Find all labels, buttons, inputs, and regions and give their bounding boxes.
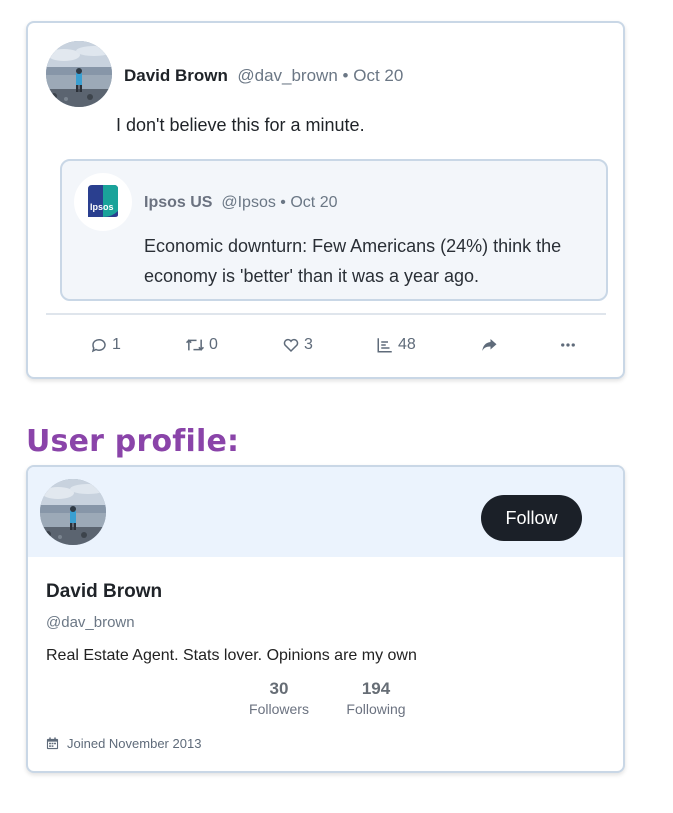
heart-icon <box>283 338 299 353</box>
like-count: 3 <box>304 336 313 353</box>
following-count: 194 <box>361 679 391 698</box>
section-heading: User profile: <box>26 424 240 459</box>
tweet-text: I don't believe this for a minute. <box>116 115 365 135</box>
tweet-actions: 1 0 3 48 <box>28 336 623 360</box>
profile-avatar[interactable] <box>40 479 106 545</box>
author-handle[interactable]: @dav_brown <box>237 66 337 85</box>
stats-icon <box>377 338 392 353</box>
retweet-count: 0 <box>209 336 218 353</box>
ipsos-avatar[interactable]: Ipsos <box>74 173 132 231</box>
ipsos-logo-icon: Ipsos <box>88 185 118 217</box>
share-icon <box>482 339 497 351</box>
retweet-icon <box>185 339 205 351</box>
joined-text: Joined November 2013 <box>67 736 202 751</box>
like-button[interactable]: 3 <box>282 336 313 354</box>
following-stat[interactable]: 194 Following <box>341 679 411 717</box>
follow-button[interactable]: Follow <box>481 495 582 541</box>
following-label: Following <box>346 701 406 717</box>
reply-count: 1 <box>112 336 121 353</box>
author-name[interactable]: David Brown <box>124 66 228 85</box>
quoted-author-name[interactable]: Ipsos US <box>144 194 212 211</box>
reply-button[interactable]: 1 <box>90 336 121 354</box>
profile-handle: @dav_brown <box>46 614 135 631</box>
author-avatar[interactable] <box>46 41 112 107</box>
quoted-text: Economic downturn: Few Americans (24%) t… <box>144 236 562 286</box>
followers-count: 30 <box>269 679 289 698</box>
quoted-tweet[interactable]: Ipsos Ipsos US @Ipsos • Oct 20 Economic … <box>60 159 608 301</box>
profile-card: Follow David Brown @dav_brown Real Estat… <box>26 465 625 773</box>
quoted-header: Ipsos US @Ipsos • Oct 20 <box>144 194 338 212</box>
tweet-date[interactable]: Oct 20 <box>353 66 403 85</box>
ipsos-logo-text: Ipsos <box>90 202 114 212</box>
separator-dot: • <box>342 66 349 85</box>
profile-name: David Brown <box>46 581 163 602</box>
share-button[interactable] <box>480 336 498 354</box>
quoted-author-handle[interactable]: @Ipsos <box>221 194 275 211</box>
views-button[interactable]: 48 <box>376 336 416 354</box>
calendar-icon <box>46 737 59 750</box>
quoted-date[interactable]: Oct 20 <box>290 194 337 211</box>
followers-stat[interactable]: 30 Followers <box>246 679 312 717</box>
profile-bio: Real Estate Agent. Stats lover. Opinions… <box>46 647 417 664</box>
quoted-separator-dot: • <box>280 194 286 211</box>
comment-icon <box>91 338 106 353</box>
views-count: 48 <box>398 336 416 353</box>
tweet-card: David Brown @dav_brown • Oct 20 I don't … <box>26 21 625 379</box>
joined-date: Joined November 2013 <box>46 736 201 751</box>
tweet-header: David Brown @dav_brown • Oct 20 <box>124 66 403 86</box>
more-icon <box>561 343 575 347</box>
retweet-button[interactable]: 0 <box>185 336 218 354</box>
actions-divider <box>46 313 606 315</box>
more-button[interactable] <box>559 336 577 354</box>
followers-label: Followers <box>249 701 309 717</box>
